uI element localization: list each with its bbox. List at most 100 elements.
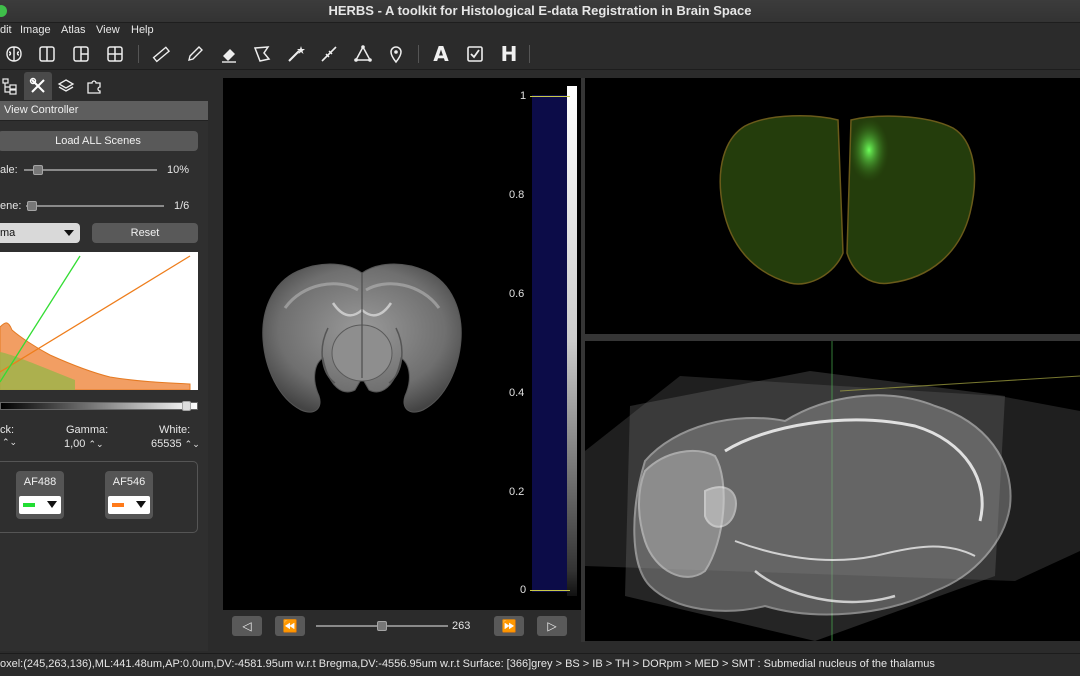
colorbar-tick: 0.6 (509, 288, 525, 300)
gamma-label: Gamma: (66, 424, 109, 436)
menu-help[interactable]: Help (131, 24, 154, 36)
scale-label: ale: (0, 164, 18, 176)
histology-image-view[interactable] (585, 78, 1080, 334)
white-spinbox[interactable]: 65535 ⌃⌄ (151, 438, 200, 450)
menu-bar: dit Image Atlas View Help (0, 23, 1080, 39)
scene-slider-handle[interactable] (27, 201, 37, 211)
intensity-gradient-bar[interactable] (0, 402, 198, 410)
scene-label: ene: (0, 200, 22, 212)
chevron-down-icon (64, 230, 74, 236)
green-swatch (23, 503, 35, 507)
gamma-spin-arrows[interactable]: ⌃⌄ (88, 439, 103, 449)
orange-swatch (112, 503, 124, 507)
white-value: 65535 (151, 438, 182, 450)
ruler-icon[interactable] (148, 41, 174, 67)
channel-af546[interactable]: AF546 (105, 471, 153, 519)
colorbar-bottom-marker (530, 590, 570, 591)
correction-mode-select[interactable]: ma (0, 223, 80, 243)
scale-slider-handle[interactable] (33, 165, 43, 175)
3d-brain-view[interactable] (585, 341, 1080, 641)
window-zoom-button[interactable] (0, 5, 7, 17)
lasso-icon[interactable] (249, 41, 275, 67)
fast-forward-icon[interactable]: ⏩ (494, 616, 524, 636)
white-level-handle[interactable] (182, 401, 191, 411)
text-icon[interactable]: A (428, 41, 454, 67)
title-bar: HERBS - A toolkit for Histological E-dat… (0, 0, 1080, 23)
brain-icon[interactable] (1, 41, 27, 67)
chevron-down-icon (47, 501, 57, 508)
channel-group: AF488 AF546 (0, 461, 198, 533)
puzzle-icon[interactable] (80, 72, 108, 100)
black-label: ck: (0, 424, 15, 436)
atlas-slice-view[interactable] (223, 78, 501, 610)
channel-af488-color-select[interactable] (19, 496, 61, 514)
colorbar-tick: 0.2 (509, 486, 525, 498)
layout-two-icon[interactable] (34, 41, 60, 67)
menu-atlas[interactable]: Atlas (61, 24, 85, 36)
previous-slice-button[interactable]: ◁ (232, 616, 262, 636)
next-slice-button[interactable]: ▷ (537, 616, 567, 636)
black-spin-arrows[interactable]: ⌃⌄ (2, 437, 17, 448)
white-spin-arrows[interactable]: ⌃⌄ (185, 439, 200, 449)
scene-slider[interactable] (26, 205, 164, 207)
histogram-plot (0, 252, 198, 391)
eraser-icon[interactable] (216, 41, 242, 67)
slice-slider-handle[interactable] (377, 621, 387, 631)
toolbar-separator (529, 45, 530, 63)
menu-image[interactable]: Image (20, 24, 51, 36)
channel-af546-color-select[interactable] (108, 496, 150, 514)
scale-value: 10% (167, 164, 190, 176)
view-controller-header: View Controller (0, 101, 208, 121)
window-title: HERBS - A toolkit for Histological E-dat… (328, 3, 752, 18)
checkbox-icon[interactable] (462, 41, 488, 67)
slice-number: 263 (452, 620, 471, 632)
channel-af488-label: AF488 (23, 476, 57, 488)
coronal-brain-section (262, 263, 462, 413)
3d-brain-model (585, 341, 1080, 641)
pencil-icon[interactable] (182, 41, 208, 67)
view-controller-panel: Load ALL Scenes ale: 10% ene: 1/6 ma Res… (0, 121, 208, 651)
toolbar-separator (418, 45, 419, 63)
h-tool-label: H (500, 42, 518, 66)
layers-icon[interactable] (52, 72, 80, 100)
layout-three-icon[interactable] (68, 41, 94, 67)
status-text: oxel:(245,263,136),ML:441.48um,AP:0.0um,… (0, 658, 935, 670)
triangle-icon[interactable] (350, 41, 376, 67)
location-pin-icon[interactable] (383, 41, 409, 67)
panel-title: View Controller (4, 104, 79, 116)
colorbar-tick: 0.8 (509, 189, 525, 201)
magic-wand-icon[interactable] (283, 41, 309, 67)
white-label: White: (159, 424, 191, 436)
menu-edit[interactable]: dit (0, 24, 12, 36)
chevron-down-icon (136, 501, 146, 508)
colorbar-tick: 0.4 (509, 387, 525, 399)
reset-button[interactable]: Reset (92, 223, 198, 243)
colorbar-intensity (567, 86, 577, 596)
slice-navigation: ◁ ⏪ 263 ⏩ ▷ (223, 610, 581, 642)
colorbar-tick: 1 (520, 90, 527, 102)
text-tool-label: A (433, 42, 449, 66)
channel-af488[interactable]: AF488 (16, 471, 64, 519)
toolbar-separator (138, 45, 139, 63)
gamma-value: 1,00 (64, 438, 86, 450)
layout-four-icon[interactable] (102, 41, 128, 67)
histology-section (719, 115, 976, 285)
h-icon[interactable]: H (496, 41, 522, 67)
correction-mode-value: ma (0, 227, 16, 239)
status-bar: oxel:(245,263,136),ML:441.48um,AP:0.0um,… (0, 653, 1080, 676)
horizontal-splitter[interactable] (585, 334, 1080, 341)
left-panel-tabs (0, 70, 208, 100)
menu-view[interactable]: View (96, 24, 120, 36)
colorbar-tick: 0 (520, 584, 527, 596)
gamma-spinbox[interactable]: 1,00 ⌃⌄ (64, 438, 104, 450)
channel-af546-label: AF546 (112, 476, 146, 488)
load-all-scenes-button[interactable]: Load ALL Scenes (0, 131, 198, 151)
main-toolbar: A H (0, 39, 1080, 70)
probe-icon[interactable] (316, 41, 342, 67)
colorbar-gradient (532, 95, 567, 592)
colorbar-top-marker (530, 96, 570, 97)
rewind-icon[interactable]: ⏪ (275, 616, 305, 636)
scale-slider[interactable] (24, 169, 157, 171)
tools-icon[interactable] (24, 72, 52, 100)
tree-icon[interactable] (0, 72, 24, 100)
